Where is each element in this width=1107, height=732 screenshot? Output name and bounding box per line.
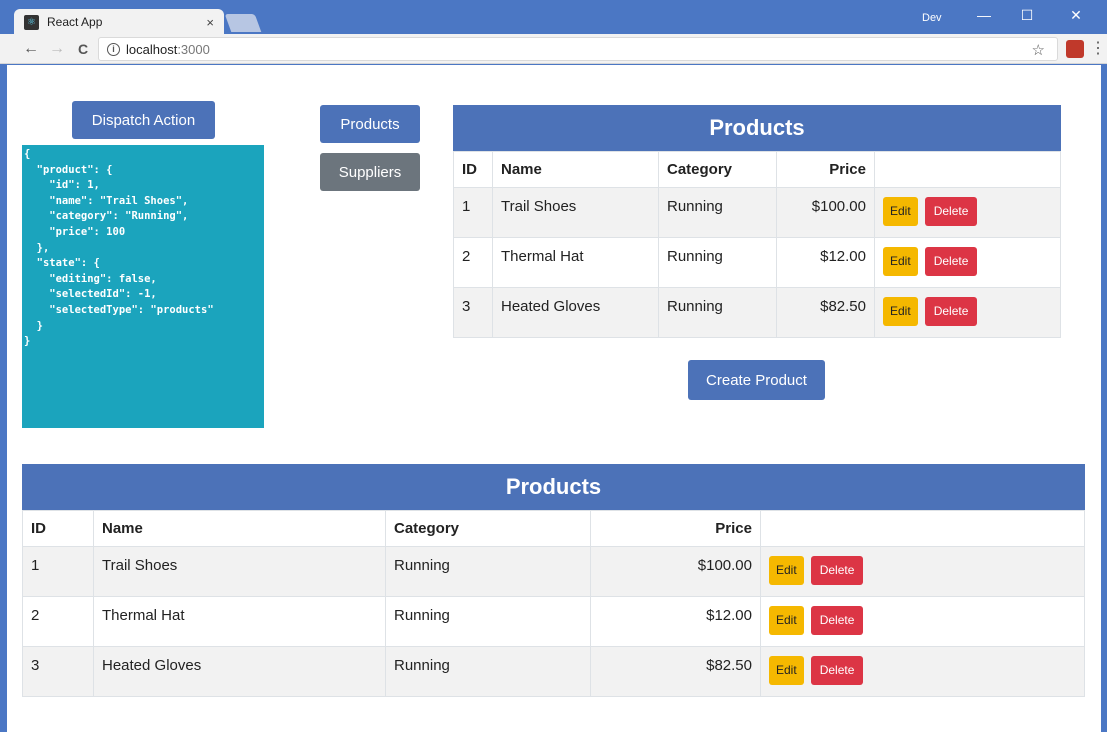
table-row: 3 Heated Gloves Running $82.50 Edit Delet… <box>453 287 1061 338</box>
back-icon[interactable]: ← <box>20 40 42 58</box>
cell-price: $100.00 <box>776 187 875 238</box>
info-icon[interactable]: i <box>107 42 120 56</box>
table-header-row: ID Name Category Price <box>453 151 1061 188</box>
close-window-icon[interactable]: ✕ <box>1061 7 1091 24</box>
delete-button[interactable]: Delete <box>924 297 978 326</box>
cell-actions: Edit Delete <box>874 287 1061 338</box>
products-table: ID Name Category Price 1 Trail Shoes Run… <box>453 151 1061 338</box>
cell-price: $12.00 <box>590 596 761 647</box>
cell-price: $12.00 <box>776 237 875 288</box>
cell-price: $82.50 <box>776 287 875 338</box>
edit-button[interactable]: Edit <box>883 297 918 326</box>
table-row: 1 Trail Shoes Running $100.00 Edit Delete <box>453 187 1061 238</box>
cell-id: 1 <box>453 187 493 238</box>
delete-button[interactable]: Delete <box>810 606 864 635</box>
edit-button[interactable]: Edit <box>769 606 804 635</box>
browser-titlebar: ⚛ React App × Dev — ☐ ✕ <box>0 0 1107 35</box>
cell-id: 2 <box>453 237 493 288</box>
forward-icon[interactable]: → <box>46 40 68 58</box>
cell-id: 2 <box>22 596 94 647</box>
products-table-top: Products ID Name Category Price 1 Trail … <box>453 105 1061 338</box>
url-host: localhost <box>126 41 178 57</box>
cell-actions: Edit Delete <box>874 187 1061 238</box>
delete-button[interactable]: Delete <box>810 556 864 585</box>
edit-button[interactable]: Edit <box>769 556 804 585</box>
products-table-bottom: Products ID Name Category Price 1 Trail … <box>22 464 1085 697</box>
cell-id: 3 <box>453 287 493 338</box>
cell-name: Thermal Hat <box>93 596 386 647</box>
cell-actions: Edit Delete <box>760 546 1085 597</box>
table-title: Products <box>22 464 1085 510</box>
delete-button[interactable]: Delete <box>810 656 864 685</box>
col-price: Price <box>590 510 761 547</box>
table-row: 2 Thermal Hat Running $12.00 Edit Delete <box>453 237 1061 288</box>
dispatch-action-button[interactable]: Dispatch Action <box>72 101 215 139</box>
cell-category: Running <box>658 287 777 338</box>
cell-category: Running <box>658 187 777 238</box>
cell-category: Running <box>385 646 591 697</box>
col-category: Category <box>385 510 591 547</box>
cell-name: Trail Shoes <box>492 187 659 238</box>
address-bar[interactable]: i localhost:3000 ☆ <box>98 37 1058 61</box>
cell-id: 1 <box>22 546 94 597</box>
cell-price: $100.00 <box>590 546 761 597</box>
table-row: 2 Thermal Hat Running $12.00 Edit Delete <box>22 596 1085 647</box>
cell-actions: Edit Delete <box>760 596 1085 647</box>
maximize-icon[interactable]: ☐ <box>1012 7 1042 24</box>
react-icon: ⚛ <box>24 14 39 30</box>
cell-name: Trail Shoes <box>93 546 386 597</box>
tab-title: React App <box>47 15 103 29</box>
profile-label[interactable]: Dev <box>922 12 942 24</box>
reload-icon[interactable]: C <box>72 41 94 57</box>
cell-name: Heated Gloves <box>492 287 659 338</box>
col-name: Name <box>93 510 386 547</box>
browser-toolbar: ← → C i localhost:3000 ☆ <box>0 34 1107 64</box>
col-actions <box>874 151 1061 188</box>
tab-close-icon[interactable]: × <box>206 15 214 30</box>
cell-category: Running <box>385 596 591 647</box>
products-selector-button[interactable]: Products <box>320 105 420 143</box>
menu-icon[interactable]: ⋮ <box>1090 38 1106 58</box>
cell-price: $82.50 <box>590 646 761 697</box>
page-viewport: Dispatch Action { "product": { "id": 1, … <box>7 65 1101 732</box>
col-category: Category <box>658 151 777 188</box>
browser-tab[interactable]: ⚛ React App × <box>14 9 224 35</box>
table-row: 3 Heated Gloves Running $82.50 Edit Delet… <box>22 646 1085 697</box>
table-header-row: ID Name Category Price <box>22 510 1085 547</box>
cell-id: 3 <box>22 646 94 697</box>
cell-actions: Edit Delete <box>760 646 1085 697</box>
minimize-icon[interactable]: — <box>969 7 999 23</box>
table-title: Products <box>453 105 1061 151</box>
edit-button[interactable]: Edit <box>769 656 804 685</box>
col-id: ID <box>453 151 493 188</box>
url-port: :3000 <box>177 41 210 57</box>
col-actions <box>760 510 1085 547</box>
bookmark-star-icon[interactable]: ☆ <box>1032 41 1045 59</box>
cell-category: Running <box>658 237 777 288</box>
edit-button[interactable]: Edit <box>883 247 918 276</box>
delete-button[interactable]: Delete <box>924 247 978 276</box>
table-row: 1 Trail Shoes Running $100.00 Edit Delete <box>22 546 1085 597</box>
cell-name: Heated Gloves <box>93 646 386 697</box>
new-tab-button[interactable] <box>224 14 262 32</box>
cell-name: Thermal Hat <box>492 237 659 288</box>
state-json-panel: { "product": { "id": 1, "name": "Trail S… <box>22 145 264 428</box>
col-price: Price <box>776 151 875 188</box>
extension-icon[interactable] <box>1066 40 1084 58</box>
col-id: ID <box>22 510 94 547</box>
cell-actions: Edit Delete <box>874 237 1061 288</box>
suppliers-selector-button[interactable]: Suppliers <box>320 153 420 191</box>
cell-category: Running <box>385 546 591 597</box>
col-name: Name <box>492 151 659 188</box>
delete-button[interactable]: Delete <box>924 197 978 226</box>
edit-button[interactable]: Edit <box>883 197 918 226</box>
create-product-button[interactable]: Create Product <box>688 360 825 400</box>
products-table: ID Name Category Price 1 Trail Shoes Run… <box>22 510 1085 697</box>
